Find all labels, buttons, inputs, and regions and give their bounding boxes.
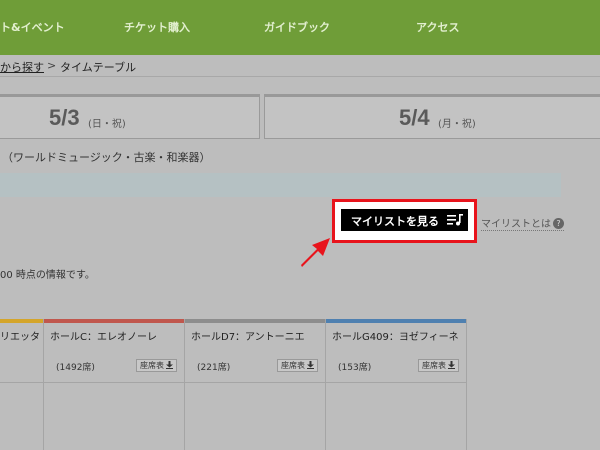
nav-item-events[interactable]: ト&イベント [0,19,65,35]
breadcrumb: から探す > タイムテーブル [0,55,600,77]
breadcrumb-separator: > [47,59,57,72]
hall-seat-count: (221席) [197,363,231,373]
hall-color-bar [185,319,325,323]
hall-name[interactable]: ホールD7：アントーニエ [191,328,305,343]
mylist-help-link[interactable]: マイリストとは? [481,215,564,231]
breadcrumb-link[interactable]: から探す [0,59,44,75]
nav-item-access[interactable]: アクセス [416,19,459,35]
seat-chart-button[interactable]: 座席表 [418,359,459,372]
divider [326,382,466,383]
arrow-icon [301,238,330,267]
hall-column: ホールC：エレオノーレ (1492席) 座席表 [44,319,185,450]
breadcrumb-current: タイムテーブル [60,61,137,74]
tab-date-5-4[interactable]: 5/4 (月・祝) [264,94,600,139]
info-note: 00 時点の情報です。 [0,270,95,281]
tab-day-label: (日・祝) [88,119,126,130]
download-icon [307,361,314,369]
divider [185,382,325,383]
hall-seat-count: (153席) [338,363,372,373]
info-bar [0,173,561,197]
seat-chart-button[interactable]: 座席表 [136,359,177,372]
question-icon: ? [553,218,564,229]
hall-column: ホールG409：ヨゼフィーネ (153席) 座席表 [326,319,467,450]
hall-color-bar [44,319,184,323]
divider [44,382,184,383]
seat-chart-label: 座席表 [140,361,164,370]
top-nav: ト&イベント チケット購入 ガイドブック アクセス [0,0,600,55]
download-icon [448,361,455,369]
mylist-help-label: マイリストとは [481,219,551,230]
hall-color-bar [0,319,43,323]
hall-name[interactable]: ホールC：エレオノーレ [50,328,157,343]
divider [0,382,43,383]
hall-column: リエッタ [0,319,44,450]
tab-date-label: 5/4 [399,105,430,130]
seat-chart-label: 座席表 [422,361,446,370]
playlist-icon [447,214,463,226]
category-heading: （ワールドミュージック・古楽・和楽器） [2,151,211,164]
nav-item-guidebook[interactable]: ガイドブック [264,19,330,35]
hall-seat-count: (1492席) [56,363,95,373]
nav-item-tickets[interactable]: チケット購入 [124,19,190,35]
mylist-button[interactable]: マイリストを見る [341,209,468,231]
hall-name[interactable]: ホールG409：ヨゼフィーネ [332,328,459,343]
tab-date-5-3[interactable]: 5/3 (日・祝) [0,94,260,139]
tab-day-label: (月・祝) [438,119,476,130]
hall-color-bar [326,319,466,323]
tab-date-label: 5/3 [49,105,80,130]
seat-chart-label: 座席表 [281,361,305,370]
mylist-button-label: マイリストを見る [351,215,439,228]
seat-chart-button[interactable]: 座席表 [277,359,318,372]
hall-column: ホールD7：アントーニエ (221席) 座席表 [185,319,326,450]
download-icon [166,361,173,369]
hall-name[interactable]: リエッタ [0,328,40,343]
